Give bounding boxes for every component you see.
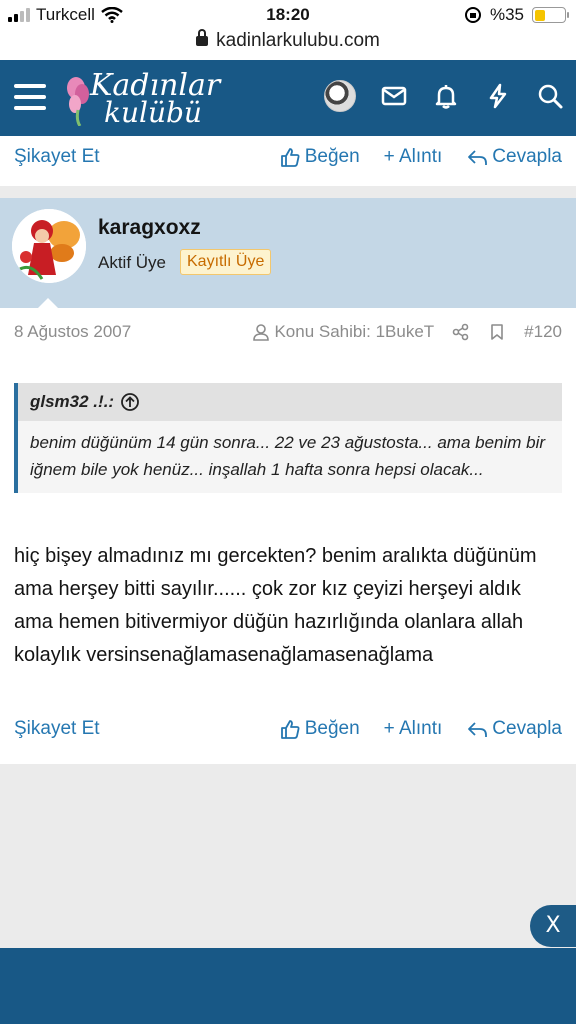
quote-block: glsm32 .!.: benim düğünüm 14 gün sonra..… — [14, 383, 562, 493]
post-actions: Şikayet Et Beğen + Alıntı Cevapla — [14, 718, 562, 740]
quote-label: + Alıntı — [383, 146, 443, 167]
header-icons — [324, 80, 564, 112]
envelope-icon[interactable] — [380, 82, 408, 110]
reply-label: Cevapla — [492, 146, 562, 167]
bell-icon[interactable] — [432, 82, 460, 110]
quote-label: + Alıntı — [383, 718, 443, 739]
thread-starter-label: Konu Sahibi: 1BukeT — [274, 322, 435, 341]
like-button[interactable]: Beğen — [279, 146, 360, 168]
previous-post-footer: Şikayet Et Beğen + Alıntı Cevapla — [0, 136, 576, 186]
share-icon[interactable] — [452, 323, 470, 341]
arrow-up-circle-icon[interactable] — [120, 392, 140, 412]
thumbs-up-icon — [280, 720, 300, 739]
like-label: Beğen — [304, 718, 360, 739]
quote-author: glsm32 .!.: — [30, 392, 115, 411]
username[interactable]: karagxoxz — [98, 216, 201, 240]
reply-button[interactable]: Cevapla — [466, 718, 562, 740]
search-icon[interactable] — [536, 82, 564, 110]
like-label: Beğen — [304, 146, 360, 167]
orientation-lock-icon — [464, 7, 481, 23]
thumbs-up-icon — [280, 148, 300, 167]
logo-text-line2: kulübü — [104, 96, 202, 129]
quote-text: benim düğünüm 14 gün sonra... 22 ve 23 a… — [30, 433, 546, 479]
quote-header: glsm32 .!.: — [18, 383, 562, 421]
post-meta: 8 Ağustos 2007 Konu Sahibi: 1BukeT #120 — [14, 322, 562, 342]
user-block: karagxoxz Aktif Üye Kayıtlı Üye — [0, 198, 576, 308]
user-icon — [253, 324, 270, 341]
site-header: Kadınlar kulübü — [0, 60, 576, 136]
reply-button[interactable]: Cevapla — [466, 146, 562, 168]
post: karagxoxz Aktif Üye Kayıtlı Üye 8 Ağusto… — [0, 198, 576, 764]
account-avatar[interactable] — [324, 80, 356, 112]
bookmark-icon[interactable] — [488, 323, 506, 341]
user-badge: Kayıtlı Üye — [180, 249, 272, 275]
quote-button[interactable]: + Alıntı — [384, 146, 443, 168]
user-avatar[interactable] — [12, 209, 86, 283]
user-title: Aktif Üye — [98, 253, 167, 272]
status-right: %35 — [464, 5, 569, 25]
like-button[interactable]: Beğen — [279, 718, 360, 740]
thread-starter: Konu Sahibi: 1BukeT — [252, 322, 434, 342]
post-message: hiç bişey almadınız mı gercekten? benim … — [14, 545, 537, 666]
menu-icon[interactable] — [14, 84, 46, 110]
reply-icon — [468, 150, 488, 165]
address-bar[interactable]: kadinlarkulubu.com — [0, 29, 576, 60]
user-block-arrow — [38, 298, 58, 308]
bolt-icon[interactable] — [484, 82, 512, 110]
post-number[interactable]: #120 — [524, 322, 562, 342]
fairy-avatar-image — [12, 209, 86, 283]
url-text: kadinlarkulubu.com — [216, 30, 380, 51]
reply-label: Cevapla — [492, 718, 562, 739]
bottom-ad-banner — [0, 948, 576, 1024]
report-link[interactable]: Şikayet Et — [14, 146, 255, 168]
battery-fill — [534, 9, 545, 21]
post-actions: Şikayet Et Beğen + Alıntı Cevapla — [14, 146, 562, 168]
battery-icon — [532, 7, 569, 23]
lock-icon — [196, 29, 209, 46]
report-link[interactable]: Şikayet Et — [14, 718, 255, 740]
reply-icon — [468, 722, 488, 737]
status-bar: Turkcell 18:20 %35 — [0, 0, 576, 30]
close-ad-button[interactable]: X — [530, 905, 576, 947]
site-logo[interactable]: Kadınlar kulübü — [64, 66, 224, 130]
quote-button[interactable]: + Alıntı — [384, 718, 443, 740]
battery-percent: %35 — [489, 5, 524, 24]
post-date[interactable]: 8 Ağustos 2007 — [14, 322, 234, 342]
